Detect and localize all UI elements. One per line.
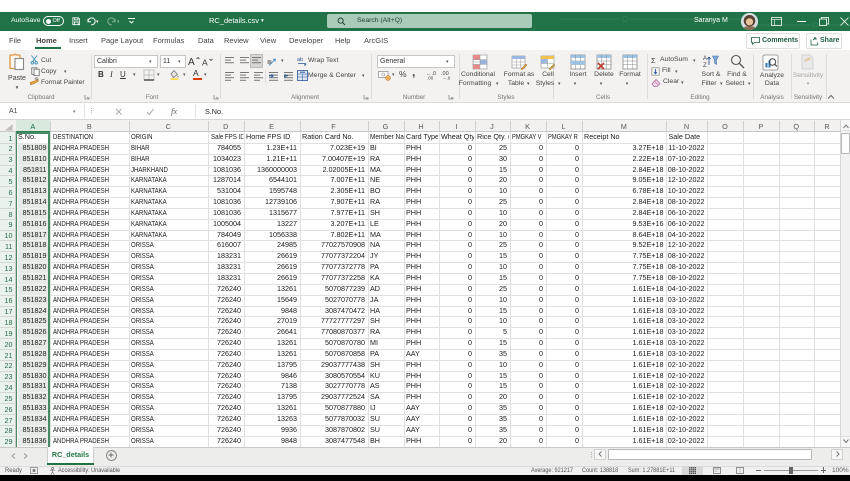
- svg-text:Z: Z: [703, 63, 707, 69]
- svg-text:→.0: →.0: [442, 76, 451, 81]
- svg-text:A: A: [703, 56, 707, 62]
- svg-text:.00: .00: [427, 76, 434, 81]
- svg-text:ab: ab: [297, 57, 303, 63]
- svg-text:A: A: [188, 57, 195, 67]
- svg-text:A: A: [202, 58, 208, 68]
